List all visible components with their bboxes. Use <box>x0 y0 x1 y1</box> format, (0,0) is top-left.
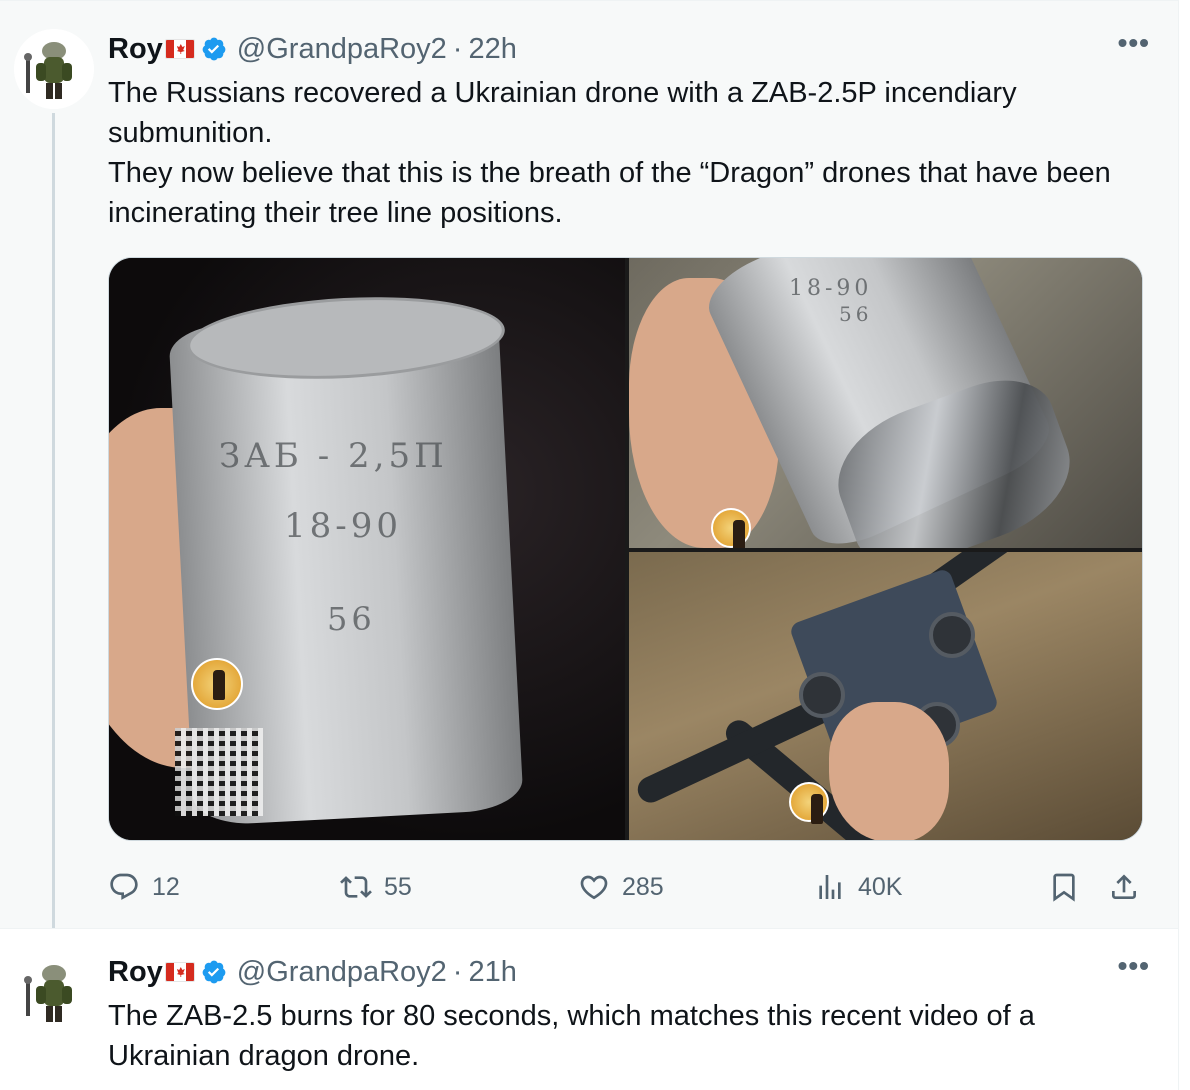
tweet-1[interactable]: Roy @GrandpaRoy2 · 22h ••• The Russians … <box>0 0 1178 943</box>
qr-code-icon <box>175 728 263 816</box>
tweet-header: Roy @GrandpaRoy2 · 21h <box>108 952 517 992</box>
canada-flag-icon <box>164 962 195 982</box>
share-button[interactable] <box>1108 867 1152 907</box>
tweet-text: The ZAB-2.5 burns for 80 seconds, which … <box>108 996 1148 1076</box>
tweet-text-line: They now believe that this is the breath… <box>108 157 1111 229</box>
drone-motor <box>929 612 975 658</box>
more-options-icon[interactable]: ••• <box>1118 27 1150 59</box>
separator-dot: · <box>452 32 463 65</box>
retweet-button[interactable]: 55 <box>340 867 412 907</box>
author-handle[interactable]: @GrandpaRoy2 <box>237 956 447 989</box>
verified-badge-icon[interactable] <box>201 959 227 985</box>
stencil-label: ЗАБ - 2,5П <box>219 436 448 476</box>
tweet-text: The Russians recovered a Ukrainian drone… <box>108 73 1148 233</box>
separator-dot: · <box>452 955 463 988</box>
tweet-header: Roy @GrandpaRoy2 · 22h <box>108 29 517 69</box>
views-button[interactable]: 40K <box>814 867 902 907</box>
reply-icon <box>110 873 138 900</box>
like-button[interactable]: 285 <box>578 867 664 907</box>
media-image-drone-frame[interactable] <box>629 552 1142 840</box>
reply-count: 12 <box>152 872 180 901</box>
watermark-logo-icon <box>711 508 751 548</box>
media-image-canister-taped[interactable]: 18-90 56 <box>629 258 1142 548</box>
canada-flag-icon <box>164 39 195 59</box>
author-name[interactable]: Roy <box>108 956 163 989</box>
tweet-text-line: The ZAB-2.5 burns for 80 seconds, which … <box>108 1000 1035 1072</box>
heart-icon <box>580 875 608 900</box>
verified-badge-icon[interactable] <box>201 36 227 62</box>
stencil-label: 56 <box>327 600 376 638</box>
avatar-image <box>14 29 94 109</box>
tweet-media-grid[interactable]: ЗАБ - 2,5П 18-90 56 18-90 56 <box>108 257 1143 841</box>
share-icon <box>1112 874 1136 899</box>
tweet-text-line: The Russians recovered a Ukrainian drone… <box>108 77 1017 149</box>
stencil-label: 18-90 <box>284 506 403 546</box>
retweet-icon <box>340 876 372 898</box>
page-edge <box>1178 0 1190 1090</box>
more-options-icon[interactable]: ••• <box>1118 950 1150 982</box>
avatar-image <box>14 952 94 1032</box>
media-image-canister-in-hand[interactable]: ЗАБ - 2,5П 18-90 56 <box>109 258 625 840</box>
tweet-timestamp[interactable]: 21h <box>468 956 516 989</box>
view-count: 40K <box>858 872 903 901</box>
stencil-label: 56 <box>839 302 873 326</box>
bookmark-button[interactable] <box>1048 867 1092 907</box>
author-avatar[interactable] <box>14 952 94 1032</box>
drone-motor <box>799 672 845 718</box>
author-avatar[interactable] <box>14 29 94 109</box>
watermark-logo-icon <box>789 782 829 824</box>
views-bar-chart-icon <box>819 875 841 899</box>
retweet-count: 55 <box>384 872 412 901</box>
reply-button[interactable]: 12 <box>108 867 180 907</box>
hand-shape <box>829 702 949 840</box>
like-count: 285 <box>622 872 664 901</box>
tweet-actions: 12 55 285 40K <box>108 867 1148 907</box>
watermark-logo-icon <box>191 658 243 710</box>
author-name[interactable]: Roy <box>108 33 163 66</box>
stencil-label: 18-90 <box>789 276 873 301</box>
thread-line <box>52 113 55 943</box>
tweet-timestamp[interactable]: 22h <box>468 33 516 66</box>
bookmark-icon <box>1053 873 1075 902</box>
author-handle[interactable]: @GrandpaRoy2 <box>237 33 447 66</box>
